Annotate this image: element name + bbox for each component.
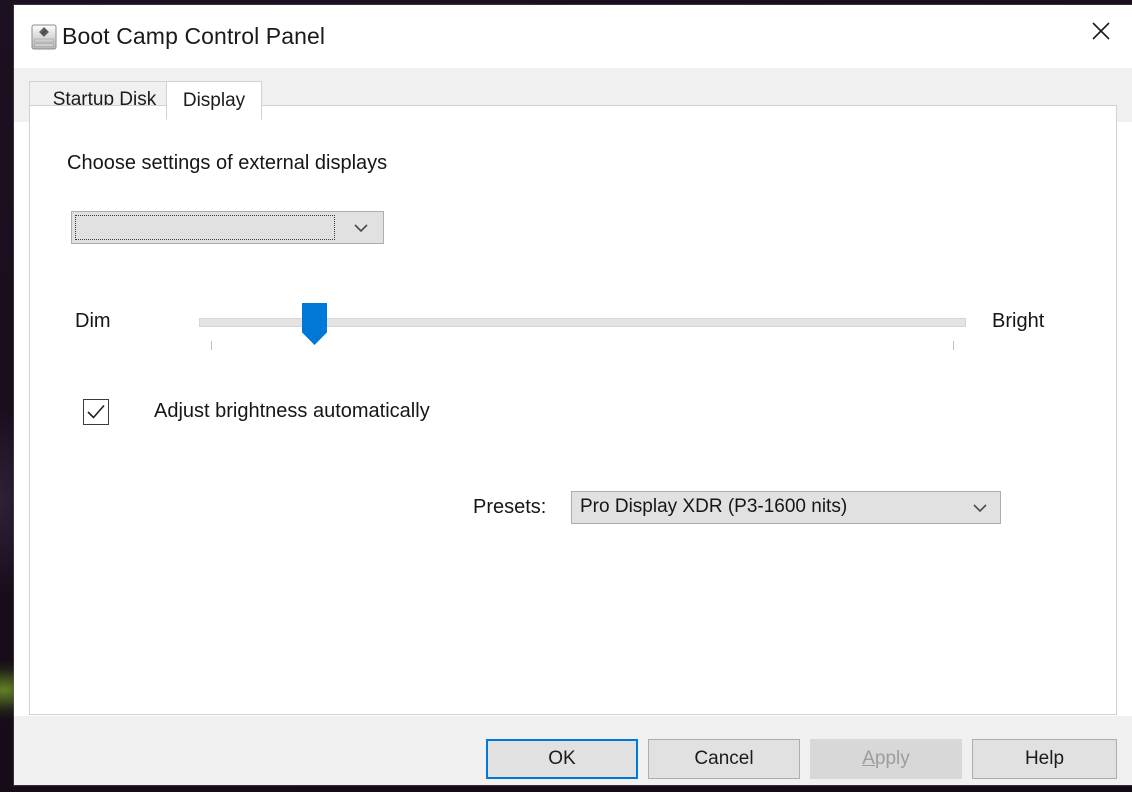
presets-select[interactable]: Pro Display XDR (P3-1600 nits) <box>571 491 1001 524</box>
chevron-down-icon <box>960 492 1000 523</box>
auto-brightness-label: Adjust brightness automatically <box>154 400 430 422</box>
slider-tick-left <box>211 341 212 350</box>
window-title: Boot Camp Control Panel <box>62 23 326 49</box>
boot-camp-control-panel-window: Boot Camp Control Panel Startup Disk Dis… <box>14 5 1132 785</box>
brightness-max-label: Bright <box>992 310 1045 332</box>
external-display-select[interactable] <box>71 211 384 244</box>
display-tab-panel: Choose settings of external displays Dim… <box>29 105 1117 715</box>
checkmark-icon <box>87 404 105 419</box>
apply-accel-char: A <box>862 748 875 769</box>
ok-button-label: OK <box>548 748 576 769</box>
cancel-button[interactable]: Cancel <box>648 739 800 779</box>
dialog-footer: OK Cancel Apply Help <box>14 716 1132 785</box>
brightness-min-label: Dim <box>75 310 111 332</box>
brightness-slider-row: Dim Bright <box>30 296 1116 366</box>
hard-drive-icon <box>28 21 60 53</box>
tab-display-label: Display <box>182 89 246 111</box>
title-bar: Boot Camp Control Panel <box>14 5 1132 68</box>
help-button-label: Help <box>1024 748 1065 769</box>
presets-select-value: Pro Display XDR (P3-1600 nits) <box>580 496 848 517</box>
apply-rest-chars: pply <box>874 748 910 769</box>
page-title: Choose settings of external displays <box>67 152 388 174</box>
cancel-button-label: Cancel <box>694 748 754 769</box>
slider-tick-right <box>953 341 954 350</box>
chevron-down-icon <box>338 212 383 243</box>
tab-display[interactable]: Display <box>166 81 262 120</box>
close-button[interactable] <box>1070 5 1132 57</box>
auto-brightness-checkbox[interactable] <box>83 399 109 425</box>
apply-button-label: Apply <box>862 748 910 770</box>
ok-button[interactable]: OK <box>486 739 638 779</box>
apply-button: Apply <box>810 739 962 779</box>
presets-label: Presets: <box>473 496 547 518</box>
brightness-slider-thumb[interactable] <box>302 303 327 345</box>
focus-ring <box>75 215 335 240</box>
close-icon <box>1092 22 1110 40</box>
help-button[interactable]: Help <box>972 739 1117 779</box>
